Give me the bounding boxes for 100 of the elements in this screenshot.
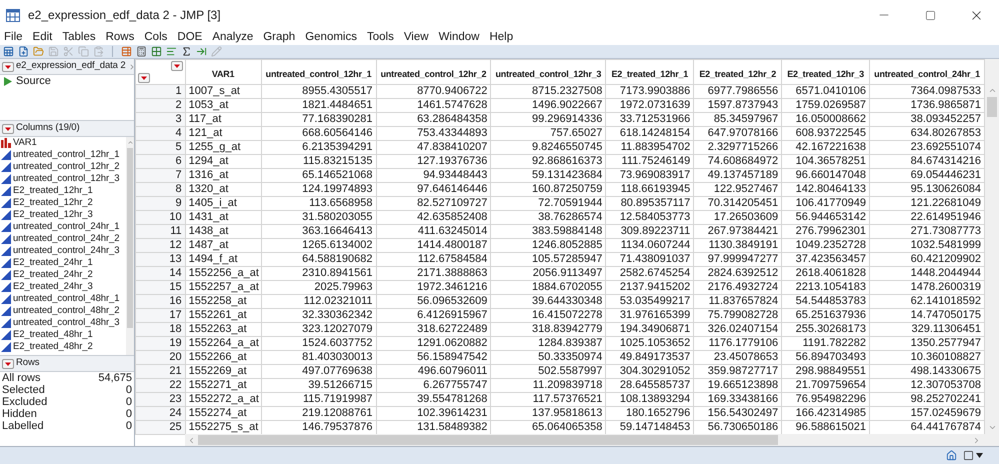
column-name[interactable]: untreated_control_48hr_3 [13,317,120,329]
table-icon[interactable] [3,46,14,57]
scroll-up-icon[interactable] [988,86,996,95]
square-icon[interactable] [963,450,974,461]
scrollbar[interactable] [985,59,999,434]
scroll-right-icon[interactable] [972,436,981,444]
row-number[interactable]: 18 [136,322,186,336]
scroll-thumb[interactable] [127,148,133,328]
maximize-icon[interactable] [924,10,936,20]
menu-item[interactable]: Graph [263,30,296,45]
column-header[interactable]: untreated_control_12hr_1 [261,60,376,84]
column-name[interactable]: untreated_control_24hr_1 [13,221,120,233]
row-number[interactable]: 8 [136,182,186,196]
column-name[interactable]: untreated_control_12hr_3 [13,173,120,185]
bars-icon[interactable] [166,46,177,57]
scroll-thumb[interactable] [198,435,778,445]
scroll-down-icon[interactable] [988,423,996,432]
table-cell: 115.71919987 [261,392,376,406]
column-name[interactable]: untreated_control_12hr_1 [13,149,120,161]
row-number[interactable]: 1 [136,84,186,98]
scrollbar[interactable] [185,434,999,446]
menu-item[interactable]: File [4,30,23,45]
table-cell: 10.360108827 [870,350,985,364]
table-cell: 1284.839387 [490,336,606,350]
arrow-icon[interactable] [196,46,207,57]
menu-item[interactable]: View [404,30,429,45]
row-number[interactable]: 9 [136,196,186,210]
script-item[interactable]: Source [0,75,134,88]
column-header[interactable]: untreated_control_12hr_3 [490,60,606,84]
menu-item[interactable]: Tools [366,30,394,45]
row-number[interactable]: 7 [136,168,186,182]
column-name[interactable]: E2_treated_48hr_1 [13,329,93,341]
scroll-thumb[interactable] [987,97,997,117]
menu-item[interactable]: Analyze [212,30,254,45]
column-name[interactable]: E2_treated_24hr_3 [13,281,93,293]
row-number[interactable]: 20 [136,350,186,364]
row-number[interactable]: 13 [136,252,186,266]
column-name[interactable]: untreated_control_12hr_2 [13,161,120,173]
row-number[interactable]: 5 [136,140,186,154]
row-number[interactable]: 23 [136,392,186,406]
row-number[interactable]: 17 [136,308,186,322]
menu-item[interactable]: Rows [106,30,134,45]
menu-item[interactable]: Edit [32,30,52,45]
row-number[interactable]: 24 [136,406,186,420]
scroll-left-icon[interactable] [187,436,196,444]
row-number[interactable]: 4 [136,126,186,140]
column-name[interactable]: E2_treated_48hr_2 [13,341,93,353]
folder-icon[interactable] [33,46,44,57]
row-number[interactable]: 15 [136,280,186,294]
column-name[interactable]: E2_treated_24hr_1 [13,257,93,269]
column-name[interactable]: E2_treated_12hr_1 [13,185,93,197]
caret-down-icon[interactable] [976,453,983,458]
row-number[interactable]: 2 [136,98,186,112]
menu-item[interactable]: Window [438,30,480,45]
row-number[interactable]: 25 [136,420,186,434]
column-name[interactable]: E2_treated_12hr_3 [13,209,93,221]
column-name[interactable]: E2_treated_24hr_2 [13,269,93,281]
triangle-menu-icon[interactable] [2,62,14,72]
row-number[interactable]: 6 [136,154,186,168]
sigma-icon[interactable] [181,46,192,57]
table-cell: 118.66193945 [606,182,694,196]
grid-icon[interactable] [151,46,162,57]
table-cell: 39.644330348 [490,294,606,308]
column-header[interactable]: E2_treated_12hr_1 [606,60,694,84]
column-header[interactable]: E2_treated_12hr_2 [694,60,782,84]
table-cell: 1552274_at [185,406,262,420]
scrollbar[interactable] [126,137,134,355]
row-number[interactable]: 21 [136,364,186,378]
column-header[interactable]: E2_treated_12hr_3 [782,60,870,84]
row-number[interactable]: 10 [136,210,186,224]
column-name[interactable]: VAR1 [13,137,37,149]
calculator-icon[interactable] [136,46,147,57]
scroll-up-icon[interactable] [126,139,134,146]
column-name[interactable]: untreated_control_48hr_2 [13,305,120,317]
column-header[interactable]: untreated_control_12hr_2 [376,60,491,84]
column-header[interactable]: untreated_control_24hr_1 [870,60,985,84]
menu-item[interactable]: Cols [144,30,168,45]
column-name[interactable]: untreated_control_24hr_3 [13,245,120,257]
column-name[interactable]: E2_treated_12hr_2 [13,197,93,209]
row-number[interactable]: 11 [136,224,186,238]
triangle-menu-icon[interactable] [2,124,14,134]
menu-item[interactable]: Genomics [305,30,357,45]
row-number[interactable]: 3 [136,112,186,126]
table-icon[interactable] [121,46,132,57]
new-file-icon[interactable] [18,46,29,57]
column-name[interactable]: untreated_control_48hr_1 [13,293,120,305]
triangle-menu-icon[interactable] [170,61,183,71]
column-name[interactable]: untreated_control_24hr_2 [13,233,120,245]
menu-item[interactable]: Help [489,30,514,45]
row-number[interactable]: 12 [136,238,186,252]
column-header[interactable]: VAR1 [185,60,262,84]
row-number[interactable]: 19 [136,336,186,350]
menu-item[interactable]: DOE [177,30,202,45]
menu-item[interactable]: Tables [62,30,96,45]
row-number[interactable]: 14 [136,266,186,280]
triangle-menu-icon[interactable] [2,358,14,368]
row-number[interactable]: 22 [136,378,186,392]
triangle-menu-icon[interactable] [138,73,150,83]
home-icon[interactable] [946,450,957,461]
row-number[interactable]: 16 [136,294,186,308]
